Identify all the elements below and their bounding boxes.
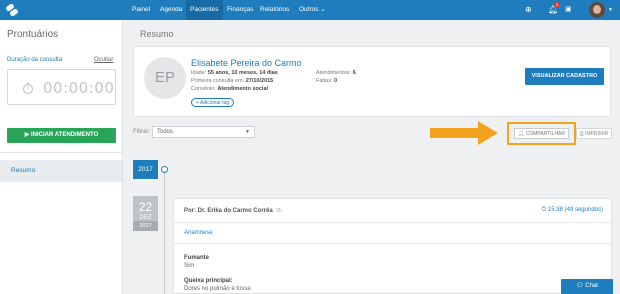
nav-financas[interactable]: Finanças xyxy=(223,0,257,20)
insurance-value: Atendimento social xyxy=(217,86,269,92)
age-label: Idade: xyxy=(191,70,207,76)
first-visit-value: 27/10/2015 xyxy=(245,78,274,84)
add-icon[interactable]: ⊕ xyxy=(525,0,532,20)
nav-outros[interactable]: Outros ⌄ xyxy=(295,0,330,20)
age-value: 55 anos, 10 meses, 14 dias xyxy=(207,70,278,76)
nav-pacientes[interactable]: Pacientes xyxy=(186,0,223,20)
nav-relatorios[interactable]: Relatórios xyxy=(256,0,293,20)
entry-author: Por: Dr. Erika do Carmo Corrêa xyxy=(184,208,273,214)
highlight-arrow-icon xyxy=(430,121,498,145)
timeline-line xyxy=(164,166,165,294)
chevron-down-icon: ▼ xyxy=(245,129,250,135)
filter-value: Todos xyxy=(157,129,174,135)
help-icon[interactable]: ▣ xyxy=(565,0,572,20)
field-label: Queixa principal: xyxy=(184,278,233,284)
field-value: Sim xyxy=(184,263,195,269)
timeline-year[interactable]: 2017 xyxy=(133,160,158,179)
entry-header: Por: Dr. Erika do Carmo Corrêa 2h 🕓︎ 15:… xyxy=(174,199,611,223)
patient-age: Idade: 55 anos, 10 meses, 14 dias xyxy=(191,70,278,76)
record-entry: Por: Dr. Erika do Carmo Corrêa 2h 🕓︎ 15:… xyxy=(173,198,612,294)
absences-count: Faltas: 0 xyxy=(316,78,337,84)
attendances-count: Atendimentos: 6 xyxy=(316,70,356,76)
sidebar-title: Prontuários xyxy=(7,29,59,40)
patient-avatar: EP xyxy=(144,57,186,99)
chevron-down-icon[interactable]: ▼ xyxy=(608,0,613,20)
patient-name[interactable]: Elisabete Pereira do Carmo xyxy=(191,58,302,68)
sidebar: Prontuários Duração da consulta Ocultar … xyxy=(0,20,123,294)
print-button[interactable]: ⎙ IMPRIMIR xyxy=(576,128,612,139)
entry-time-value: 15:38 (49 segundos) xyxy=(547,207,603,213)
top-navbar: Painel Agenda Pacientes Finanças Relatór… xyxy=(0,0,620,20)
print-label: IMPRIMIR xyxy=(585,131,609,137)
clock-icon: 🕓︎ xyxy=(541,207,547,213)
user-avatar[interactable] xyxy=(589,2,605,18)
timeline-date: 22 DEZ 2017 xyxy=(133,196,158,231)
page-title: Resumo xyxy=(140,29,174,39)
field-label: Fumante xyxy=(184,255,210,261)
share-button[interactable]: 👤︎ COMPARTILHAR xyxy=(514,128,569,139)
sidebar-divider xyxy=(0,152,122,153)
nav-painel[interactable]: Painel xyxy=(128,0,154,20)
timeline-dot xyxy=(161,166,168,173)
notification-badge: 1 xyxy=(554,2,560,8)
app-logo-icon[interactable] xyxy=(5,3,19,17)
absences-label: Faltas: xyxy=(316,78,333,84)
filter-label: Filtrar: xyxy=(133,129,150,135)
view-record-button[interactable]: VISUALIZAR CADASTRO xyxy=(525,68,604,85)
field-value: Dores no pulmão e tosse. xyxy=(184,286,253,292)
entry-extra: 2h xyxy=(276,208,283,214)
first-visit-label: Primeira consulta em: xyxy=(191,78,245,84)
date-day: 22 xyxy=(138,200,153,214)
sidebar-item-resumo[interactable]: Resumo xyxy=(0,160,122,182)
entry-divider xyxy=(174,243,611,244)
timer-display: 00:00:00 xyxy=(7,69,116,105)
share-icon: 👤︎ xyxy=(517,131,526,137)
chat-icon: 💬︎ xyxy=(576,283,586,289)
insurance-label: Convênio: xyxy=(191,86,216,92)
absences-value: 0 xyxy=(334,78,338,84)
date-year: 2017 xyxy=(133,221,158,231)
timer-value: 00:00:00 xyxy=(43,79,115,97)
nav-agenda[interactable]: Agenda xyxy=(156,0,186,20)
patient-card: EP Elisabete Pereira do Carmo Idade: 55 … xyxy=(133,46,611,117)
patient-first-visit: Primeira consulta em: 27/10/2015 xyxy=(191,78,273,84)
attendances-value: 6 xyxy=(352,70,356,76)
entry-section-title[interactable]: Anamnese xyxy=(184,230,213,236)
chat-button[interactable]: 💬︎ Chat xyxy=(561,279,613,294)
start-attendance-button[interactable]: ▶ INICIAR ATENDIMENTO xyxy=(7,128,116,143)
attendances-label: Atendimentos: xyxy=(316,70,352,76)
add-tag-button[interactable]: + Adicionar tag xyxy=(191,98,235,107)
share-label: COMPARTILHAR xyxy=(525,131,565,137)
hide-link[interactable]: Ocultar xyxy=(94,57,113,63)
filter-select[interactable]: Todos ▼ xyxy=(152,126,255,138)
duration-label: Duração da consulta xyxy=(7,57,63,63)
entry-time: 🕓︎ 15:38 (49 segundos) xyxy=(542,207,603,214)
patient-insurance: Convênio: Atendimento social xyxy=(191,86,268,92)
chat-label: Chat xyxy=(585,283,598,289)
stopwatch-icon xyxy=(22,82,34,94)
